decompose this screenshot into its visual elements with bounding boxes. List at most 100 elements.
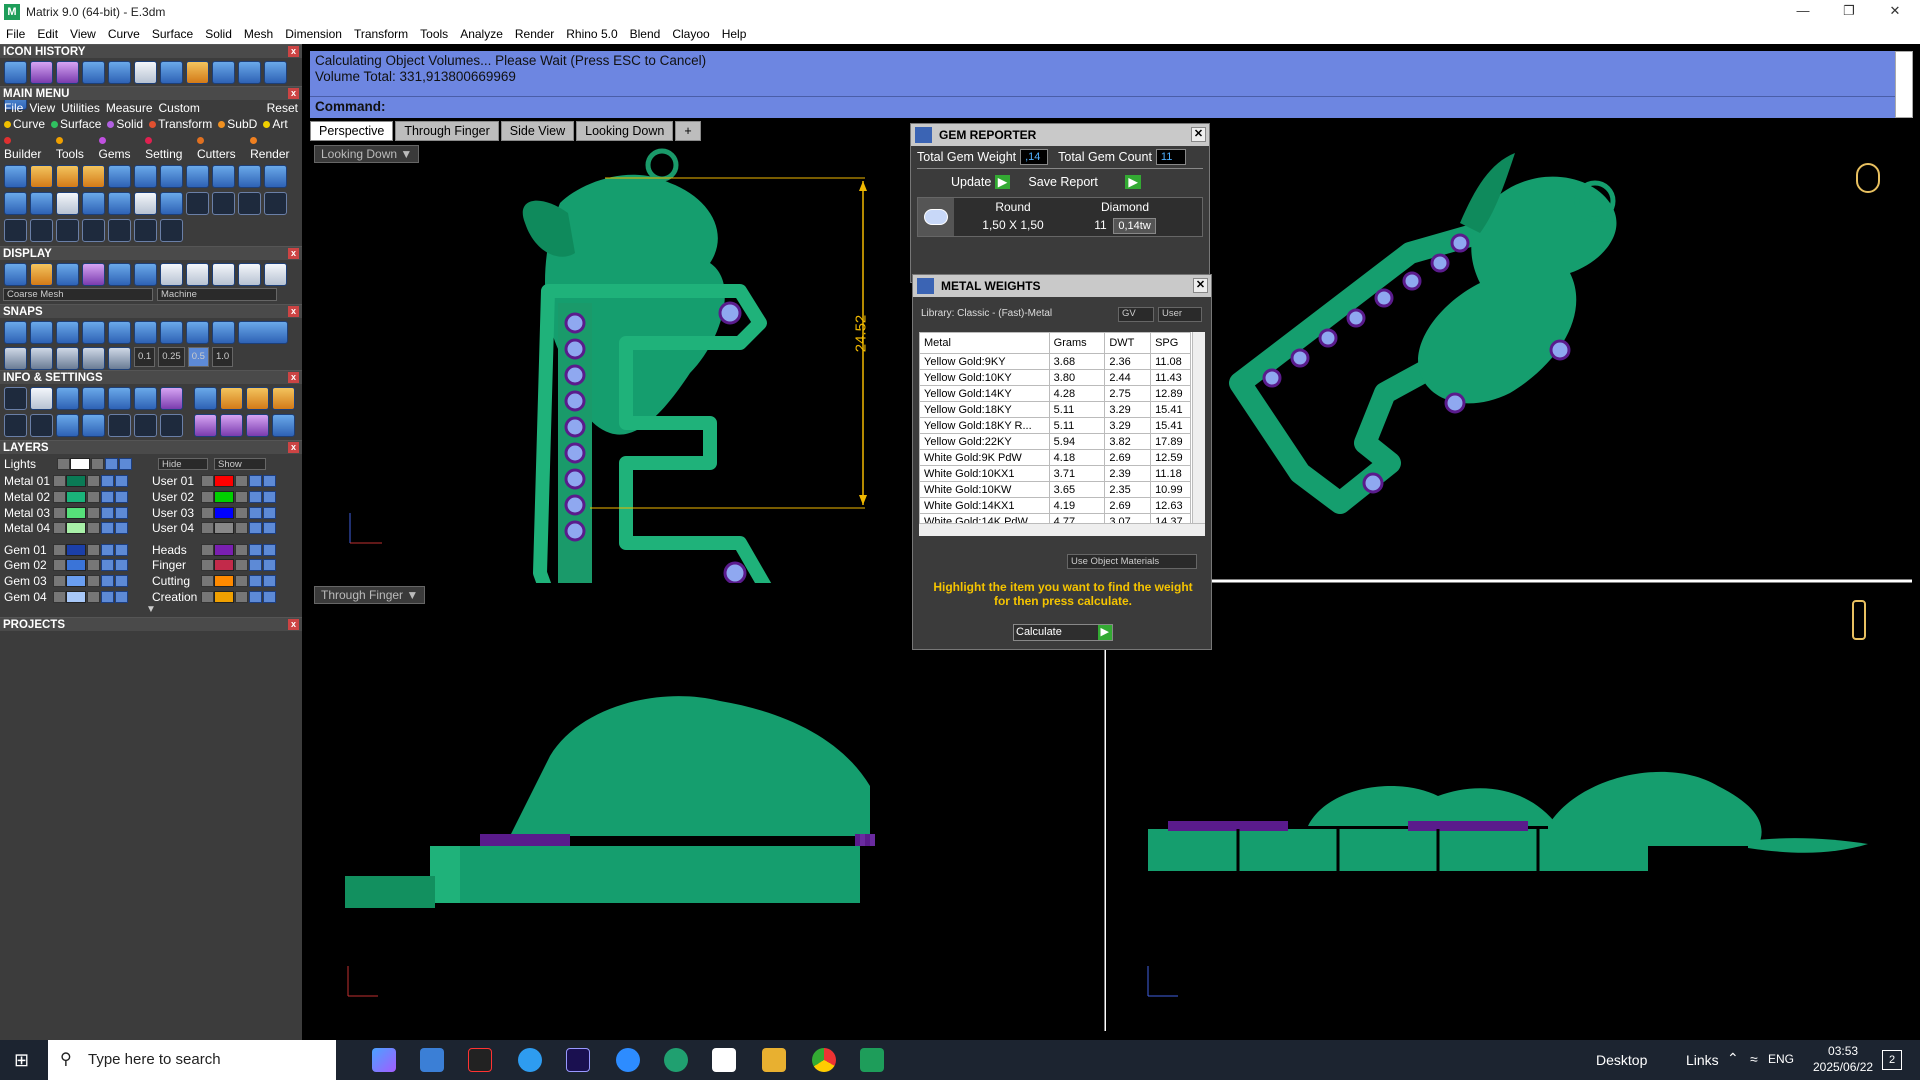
layer-row[interactable]: Metal 02 bbox=[4, 489, 144, 505]
tab-side-view[interactable]: Side View bbox=[500, 121, 575, 141]
arrow-left-icon[interactable] bbox=[264, 61, 287, 84]
visibility-icon[interactable] bbox=[249, 475, 262, 488]
layer-toggle-icon[interactable] bbox=[263, 475, 276, 488]
tab-through-finger[interactable]: Through Finger bbox=[395, 121, 499, 141]
category-solid[interactable]: Solid bbox=[107, 117, 143, 131]
layer-row[interactable]: Gem 03 bbox=[4, 573, 144, 589]
viewport-perspective[interactable] bbox=[1210, 143, 1912, 583]
main-menu-file[interactable]: File bbox=[4, 101, 23, 115]
horizontal-scrollbar[interactable] bbox=[919, 523, 1205, 536]
layer-toggle-icon[interactable] bbox=[119, 457, 132, 470]
snap-icon[interactable] bbox=[108, 347, 131, 370]
table-row[interactable]: Yellow Gold:10KY 3.80 2.44 11.43 bbox=[919, 369, 1191, 386]
desktop-toolbar[interactable]: Desktop bbox=[1596, 1052, 1647, 1068]
tool-icon[interactable] bbox=[160, 192, 183, 215]
file-explorer-icon[interactable] bbox=[762, 1048, 786, 1072]
visibility-icon[interactable] bbox=[101, 490, 114, 503]
clock[interactable]: 03:53 2025/06/22 bbox=[1813, 1043, 1873, 1075]
snap-icon[interactable] bbox=[82, 321, 105, 344]
main-menu-measure[interactable]: Measure bbox=[106, 101, 153, 115]
lock-icon[interactable] bbox=[87, 490, 100, 503]
layer-toggle-icon[interactable] bbox=[263, 559, 276, 572]
tool-icon[interactable] bbox=[4, 219, 27, 242]
tab-looking-down[interactable]: Looking Down bbox=[576, 121, 674, 141]
layer-row[interactable]: Heads bbox=[152, 542, 292, 558]
update-button[interactable]: Update ▶ bbox=[951, 174, 1011, 189]
col-spg[interactable]: SPG bbox=[1150, 332, 1191, 354]
lock-icon[interactable] bbox=[87, 506, 100, 519]
close-icon[interactable]: x bbox=[288, 88, 299, 99]
table-row[interactable]: White Gold:9K PdW 4.18 2.69 12.59 bbox=[919, 449, 1191, 466]
tool-icon[interactable] bbox=[82, 219, 105, 242]
table-row[interactable]: Yellow Gold:22KY 5.94 3.82 17.89 bbox=[919, 433, 1191, 450]
lock-icon[interactable] bbox=[235, 522, 248, 535]
visibility-icon[interactable] bbox=[105, 457, 118, 470]
menu-edit[interactable]: Edit bbox=[31, 24, 64, 44]
history-tool-icon[interactable] bbox=[186, 61, 209, 84]
col-grams[interactable]: Grams bbox=[1048, 332, 1106, 354]
expand-icon[interactable] bbox=[201, 506, 214, 519]
visibility-icon[interactable] bbox=[101, 475, 114, 488]
info-tool-icon[interactable] bbox=[194, 387, 217, 410]
layer-color-swatch[interactable] bbox=[66, 574, 86, 587]
category-subd[interactable]: SubD bbox=[218, 117, 257, 131]
expand-icon[interactable] bbox=[201, 574, 214, 587]
app-icon[interactable] bbox=[468, 1048, 492, 1072]
tool-icon[interactable] bbox=[108, 165, 131, 188]
snap-icon[interactable] bbox=[134, 321, 157, 344]
table-row[interactable]: Yellow Gold:14KY 4.28 2.75 12.89 bbox=[919, 385, 1191, 402]
expand-icon[interactable] bbox=[201, 490, 214, 503]
snap-icon[interactable] bbox=[212, 321, 235, 344]
copilot-icon[interactable] bbox=[372, 1048, 396, 1072]
matrix-icon[interactable] bbox=[860, 1048, 884, 1072]
layer-color-swatch[interactable] bbox=[66, 475, 86, 488]
layer-color-swatch[interactable] bbox=[214, 506, 234, 519]
restore-icon[interactable]: ❐ bbox=[1826, 0, 1872, 24]
lights-color[interactable] bbox=[70, 457, 90, 470]
info-tool-icon[interactable] bbox=[220, 387, 243, 410]
info-tool-icon[interactable] bbox=[82, 413, 105, 437]
snap-icon[interactable] bbox=[82, 347, 105, 370]
expand-icon[interactable] bbox=[53, 490, 66, 503]
info-tool-icon[interactable] bbox=[246, 387, 269, 410]
command-scrollbar[interactable] bbox=[1895, 51, 1913, 118]
category-builder[interactable]: Builder bbox=[4, 133, 50, 161]
layer-color-swatch[interactable] bbox=[66, 506, 86, 519]
snap-value-10[interactable]: 1.0 bbox=[211, 347, 234, 367]
layer-row[interactable]: Gem 01 bbox=[4, 542, 144, 558]
tool-icon[interactable] bbox=[186, 192, 209, 215]
layer-toggle-icon[interactable] bbox=[263, 506, 276, 519]
snap-icon[interactable] bbox=[108, 321, 131, 344]
display-mode-icon[interactable] bbox=[108, 263, 131, 286]
history-tool-icon[interactable] bbox=[212, 61, 235, 84]
layer-toggle-icon[interactable] bbox=[263, 590, 276, 603]
tool-icon[interactable] bbox=[4, 165, 27, 188]
main-menu-utilities[interactable]: Utilities bbox=[61, 101, 100, 115]
layer-color-swatch[interactable] bbox=[214, 522, 234, 535]
visibility-icon[interactable] bbox=[249, 559, 262, 572]
info-tool-icon[interactable] bbox=[160, 413, 183, 437]
col-metal[interactable]: Metal bbox=[919, 332, 1050, 354]
visibility-icon[interactable] bbox=[249, 506, 262, 519]
category-art[interactable]: Art bbox=[263, 117, 288, 131]
close-icon[interactable]: x bbox=[288, 46, 299, 57]
tool-icon[interactable] bbox=[4, 192, 27, 215]
snap-icon[interactable] bbox=[56, 321, 79, 344]
expand-icon[interactable] bbox=[201, 559, 214, 572]
calculate-button[interactable]: Calculate ▶ bbox=[1013, 624, 1113, 641]
lock-icon[interactable] bbox=[87, 574, 100, 587]
lock-icon[interactable] bbox=[87, 475, 100, 488]
layer-toggle-icon[interactable] bbox=[115, 590, 128, 603]
tool-icon[interactable] bbox=[30, 219, 53, 242]
display-mode-icon[interactable] bbox=[160, 263, 183, 286]
layer-color-swatch[interactable] bbox=[214, 543, 234, 556]
layer-row[interactable]: User 02 bbox=[152, 489, 292, 505]
snap-value-05[interactable]: 0.5 bbox=[187, 347, 209, 367]
category-transform[interactable]: Transform bbox=[149, 117, 212, 131]
ring-view-icon[interactable] bbox=[1856, 163, 1880, 193]
lock-icon[interactable] bbox=[91, 457, 104, 470]
expand-icon[interactable] bbox=[201, 543, 214, 556]
snap-icon[interactable] bbox=[160, 321, 183, 344]
tool-icon[interactable] bbox=[134, 219, 157, 242]
snap-icon[interactable] bbox=[56, 347, 79, 370]
